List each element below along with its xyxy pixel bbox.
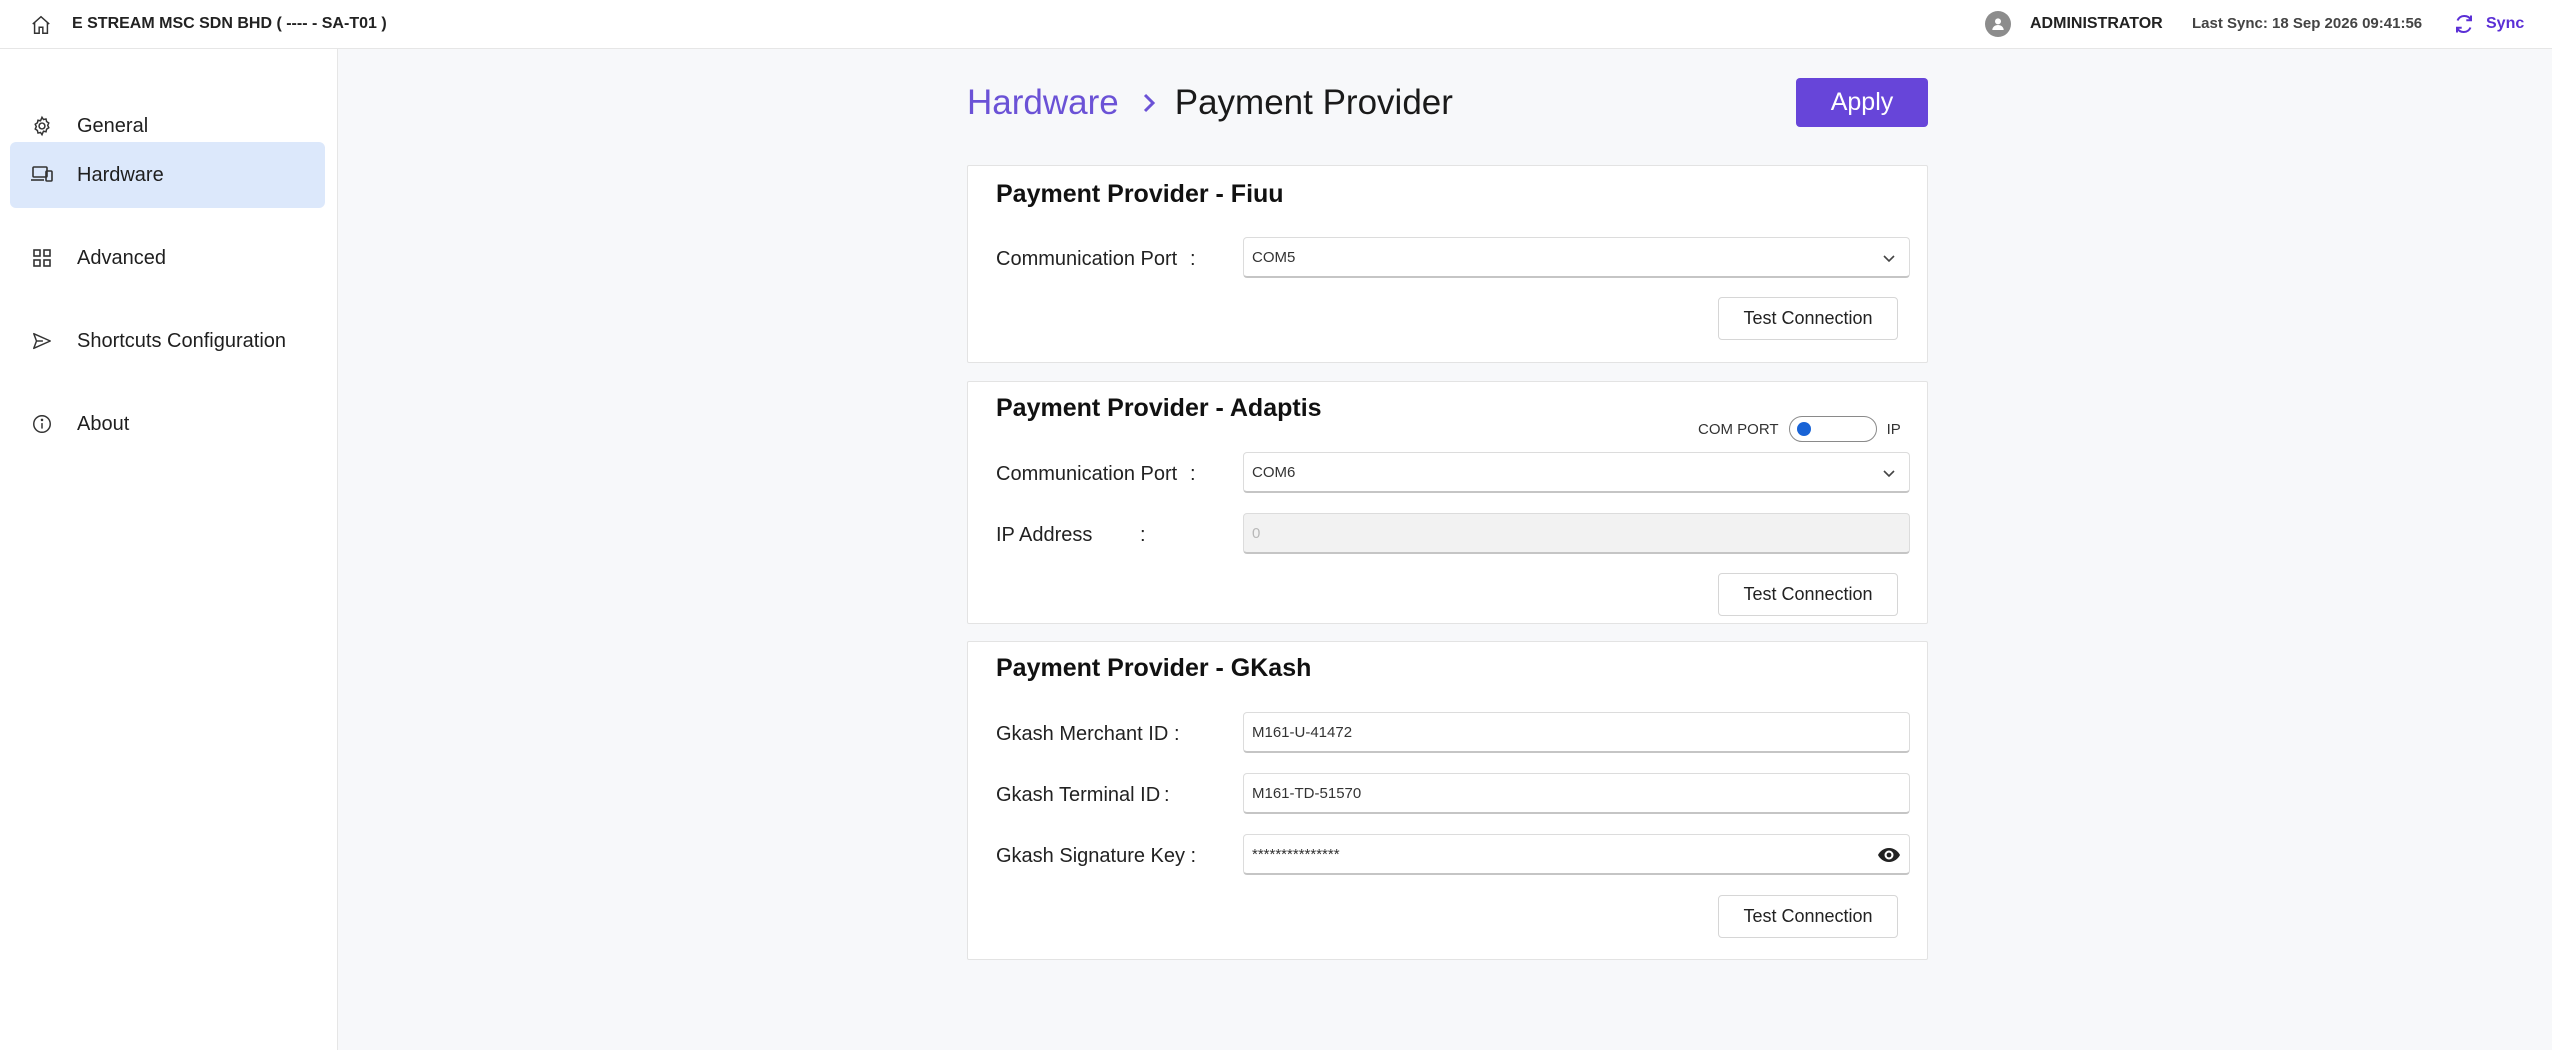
user-icon — [1992, 18, 2004, 30]
connection-mode-toggle-group: COM PORT IP — [1698, 416, 1901, 442]
fiuu-card: Payment Provider - Fiuu Communication Po… — [967, 165, 1928, 363]
ip-address-input — [1252, 524, 1909, 542]
select-value: COM5 — [1252, 248, 1296, 266]
adaptis-card: Payment Provider - Adaptis COM PORT IP C… — [967, 381, 1928, 624]
toggle-com-port-label: COM PORT — [1698, 420, 1779, 438]
last-sync-status: Last Sync: 18 Sep 2026 09:41:56 — [2192, 15, 2423, 32]
gkash-signature-field[interactable] — [1243, 834, 1910, 875]
send-icon — [30, 329, 54, 353]
sidebar-item-hardware[interactable]: Hardware — [10, 142, 325, 208]
gkash-terminal-field[interactable] — [1243, 773, 1910, 814]
company-name: E STREAM MSC SDN BHD ( ---- - SA-T01 ) — [72, 15, 387, 32]
label-colon: : — [1190, 463, 1196, 485]
user-name: ADMINISTRATOR — [2030, 15, 2163, 32]
apply-button[interactable]: Apply — [1796, 78, 1928, 127]
chevron-down-icon — [1883, 470, 1895, 478]
fiuu-port-select[interactable]: COM5 — [1243, 237, 1910, 278]
fiuu-card-title: Payment Provider - Fiuu — [996, 180, 1284, 208]
gkash-merchant-field[interactable] — [1243, 712, 1910, 753]
breadcrumb: Hardware Payment Provider — [967, 78, 1453, 128]
chevron-right-icon — [1141, 92, 1157, 114]
gear-icon — [30, 114, 54, 138]
eye-icon[interactable] — [1877, 844, 1901, 866]
adaptis-ip-field — [1243, 513, 1910, 554]
sidebar-item-label: Advanced — [77, 246, 166, 269]
gkash-card-title: Payment Provider - GKash — [996, 654, 1312, 682]
com-ip-toggle[interactable] — [1788, 416, 1877, 442]
gkash-test-connection-button[interactable]: Test Connection — [1718, 895, 1898, 938]
sidebar-item-label: General — [77, 114, 149, 137]
terminal-id-input[interactable] — [1252, 784, 1909, 802]
adaptis-port-select[interactable]: COM6 — [1243, 452, 1910, 493]
gkash-merchant-label: Gkash Merchant ID — [996, 723, 1169, 745]
info-icon — [30, 412, 54, 436]
page-title: Payment Provider — [1174, 83, 1453, 122]
sync-button[interactable]: Sync — [2452, 10, 2524, 38]
sidebar-item-advanced[interactable]: Advanced — [10, 225, 325, 291]
grid-icon — [30, 246, 54, 270]
avatar[interactable] — [1985, 11, 2011, 37]
sidebar-item-shortcuts-configuration[interactable]: Shortcuts Configuration — [10, 308, 325, 374]
adaptis-test-connection-button[interactable]: Test Connection — [1718, 573, 1898, 616]
laptop-phone-icon — [30, 163, 54, 187]
sidebar: General Hardware Advanced Shortcuts Conf… — [0, 49, 338, 1050]
adaptis-port-label: Communication Port — [996, 463, 1178, 485]
adaptis-ip-label: IP Address — [996, 524, 1093, 546]
label-colon: : — [1140, 524, 1146, 546]
breadcrumb-hardware-link[interactable]: Hardware — [967, 83, 1119, 123]
gkash-terminal-label: Gkash Terminal ID — [996, 784, 1161, 806]
sync-icon — [2456, 15, 2472, 33]
home-button[interactable] — [28, 12, 54, 38]
merchant-id-input[interactable] — [1252, 723, 1909, 741]
home-icon — [32, 15, 50, 34]
sidebar-item-about[interactable]: About — [10, 391, 325, 457]
toggle-ip-label: IP — [1886, 420, 1901, 438]
sync-label: Sync — [2486, 15, 2525, 32]
sidebar-item-label: Shortcuts Configuration — [77, 329, 287, 352]
label-colon: : — [1190, 248, 1196, 270]
toggle-knob — [1796, 422, 1811, 436]
sidebar-item-label: Hardware — [77, 163, 164, 186]
top-bar: E STREAM MSC SDN BHD ( ---- - SA-T01 ) A… — [0, 0, 2552, 49]
gkash-signature-label: Gkash Signature Key : — [996, 845, 1197, 867]
fiuu-port-label: Communication Port — [996, 248, 1178, 270]
label-colon: : — [1174, 723, 1180, 745]
sidebar-item-label: About — [77, 412, 130, 435]
adaptis-card-title: Payment Provider - Adaptis — [996, 394, 1322, 422]
signature-key-input[interactable] — [1252, 845, 1909, 863]
chevron-down-icon — [1883, 255, 1895, 263]
gkash-card: Payment Provider - GKash Gkash Merchant … — [967, 641, 1928, 960]
fiuu-test-connection-button[interactable]: Test Connection — [1718, 297, 1898, 340]
label-colon: : — [1164, 784, 1170, 806]
select-value: COM6 — [1252, 463, 1296, 481]
